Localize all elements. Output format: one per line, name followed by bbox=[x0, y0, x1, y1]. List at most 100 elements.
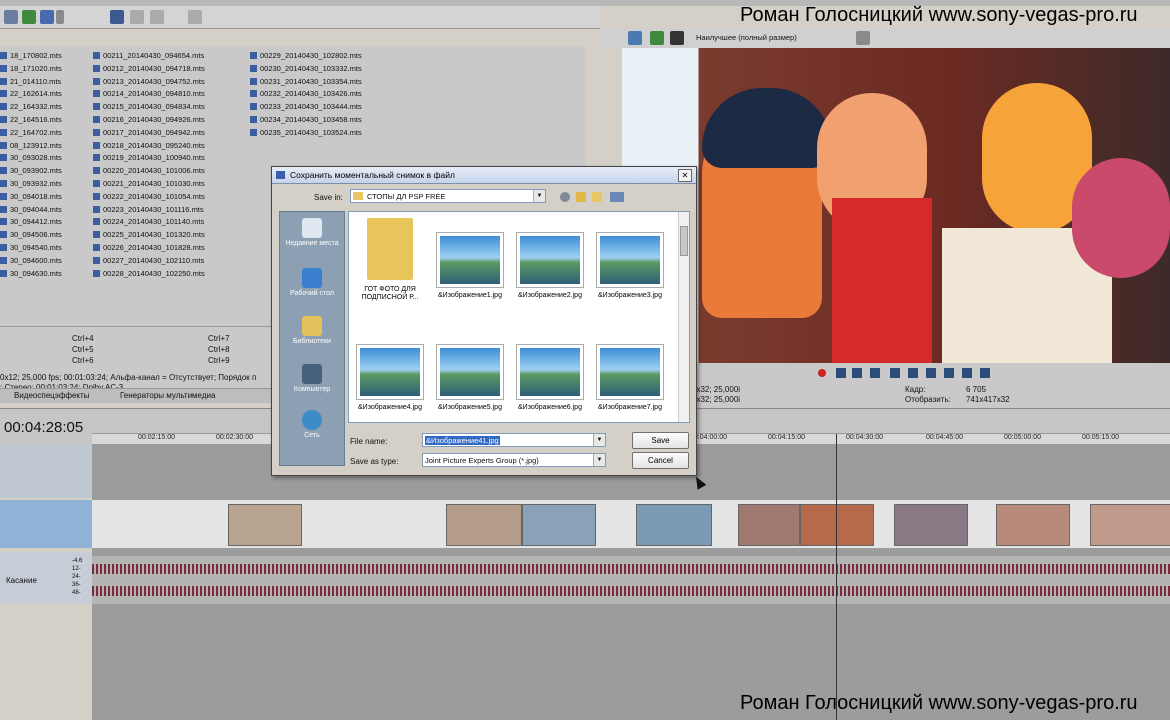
file-list-item[interactable]: 00228_20140430_102250.mts bbox=[93, 268, 205, 281]
file-list-item[interactable]: 00226_20140430_101828.mts bbox=[93, 242, 205, 255]
file-list-item[interactable]: 00222_20140430_101054.mts bbox=[93, 191, 205, 204]
chevron-down-icon[interactable]: ▼ bbox=[593, 454, 605, 466]
new-folder-icon[interactable] bbox=[592, 192, 602, 202]
next-marker-button[interactable] bbox=[980, 368, 990, 378]
tab-video-effects[interactable]: Видеоспецэффекты bbox=[14, 391, 89, 400]
file-list-item[interactable]: 30_094630.mts bbox=[0, 268, 62, 281]
back-icon[interactable] bbox=[560, 192, 570, 202]
tab-generators[interactable]: Генераторы мультимедиа bbox=[120, 391, 215, 400]
snapshot-icon[interactable] bbox=[856, 31, 870, 45]
file-list-item[interactable]: 00225_20140430_101320.mts bbox=[93, 229, 205, 242]
view-icon[interactable] bbox=[22, 10, 36, 24]
monitor-icon[interactable] bbox=[628, 31, 642, 45]
file-list-item[interactable]: 30_093902.mts bbox=[0, 165, 62, 178]
place-recent[interactable]: Недавние места bbox=[280, 218, 344, 248]
stop-button[interactable] bbox=[908, 368, 918, 378]
file-item[interactable]: &Изображение4.jpg bbox=[351, 344, 429, 412]
file-list-item[interactable]: 30_093028.mts bbox=[0, 152, 62, 165]
eraser-icon[interactable] bbox=[150, 10, 164, 24]
loop-button[interactable] bbox=[836, 368, 846, 378]
play-button[interactable] bbox=[870, 368, 880, 378]
pause-button[interactable] bbox=[890, 368, 900, 378]
filename-input[interactable]: &Изображение41.jpg ▼ bbox=[422, 433, 606, 447]
close-icon[interactable]: ✕ bbox=[678, 169, 692, 182]
audio-track[interactable] bbox=[92, 556, 1170, 604]
file-list-item[interactable]: 00221_20140430_101030.mts bbox=[93, 178, 205, 191]
video-clip[interactable] bbox=[738, 504, 800, 546]
playhead[interactable] bbox=[836, 434, 837, 720]
file-list-item[interactable]: 00211_20140430_094654.mts bbox=[93, 50, 205, 63]
file-item[interactable]: &Изображение2.jpg bbox=[511, 232, 589, 300]
audio-track-header[interactable]: Касание -4.6 12- 24- 36- 48- bbox=[0, 552, 92, 604]
video-clip[interactable] bbox=[446, 504, 522, 546]
explorer-icon[interactable] bbox=[4, 10, 18, 24]
video-clip[interactable] bbox=[800, 504, 874, 546]
video-clip[interactable] bbox=[522, 504, 596, 546]
file-item[interactable]: &Изображение1.jpg bbox=[431, 232, 509, 300]
file-list-item[interactable]: 00217_20140430_094942.mts bbox=[93, 127, 205, 140]
place-desktop[interactable]: Рабочий стол bbox=[280, 268, 344, 298]
cursor-icon[interactable] bbox=[110, 10, 124, 24]
place-computer[interactable]: Компьютер bbox=[280, 364, 344, 394]
file-list-item[interactable]: 00233_20140430_103444.mts bbox=[250, 101, 362, 114]
file-list-item[interactable]: 22_164332.mts bbox=[0, 101, 62, 114]
place-libraries[interactable]: Библиотеки bbox=[280, 316, 344, 346]
file-list-item[interactable]: 30_093932.mts bbox=[0, 178, 62, 191]
video-clip[interactable] bbox=[636, 504, 712, 546]
file-item[interactable]: &Изображение5.jpg bbox=[431, 344, 509, 412]
file-list-item[interactable]: 00235_20140430_103524.mts bbox=[250, 127, 362, 140]
video-clip[interactable] bbox=[894, 504, 968, 546]
file-list-item[interactable]: 00227_20140430_102110.mts bbox=[93, 255, 205, 268]
file-list-item[interactable]: 00218_20140430_095240.mts bbox=[93, 140, 205, 153]
file-list-item[interactable]: 00230_20140430_103332.mts bbox=[250, 63, 362, 76]
file-list-item[interactable]: 00229_20140430_102802.mts bbox=[250, 50, 362, 63]
record-button[interactable] bbox=[818, 369, 826, 377]
save-button[interactable]: Save bbox=[632, 432, 689, 449]
scrollbar-thumb[interactable] bbox=[680, 226, 688, 256]
view-menu-icon[interactable] bbox=[610, 192, 624, 202]
file-list-item[interactable]: 30_094044.mts bbox=[0, 204, 62, 217]
file-list-item[interactable]: 00214_20140430_094810.mts bbox=[93, 88, 205, 101]
video-track-header[interactable] bbox=[0, 500, 92, 548]
file-list-item[interactable]: 00224_20140430_101140.mts bbox=[93, 216, 205, 229]
file-list-item[interactable]: 30_094412.mts bbox=[0, 216, 62, 229]
file-list-item[interactable]: 22_164516.mts bbox=[0, 114, 62, 127]
file-list-item[interactable]: 30_094018.mts bbox=[0, 191, 62, 204]
next-frame-button[interactable] bbox=[944, 368, 954, 378]
file-list-item[interactable]: 00231_20140430_103354.mts bbox=[250, 76, 362, 89]
place-network[interactable]: Сеть bbox=[280, 410, 344, 440]
file-list-item[interactable]: 30_094540.mts bbox=[0, 242, 62, 255]
file-list-item[interactable]: 00219_20140430_100940.mts bbox=[93, 152, 205, 165]
chevron-down-icon[interactable] bbox=[56, 10, 64, 24]
file-list-item[interactable]: 00220_20140430_101006.mts bbox=[93, 165, 205, 178]
video-clip[interactable] bbox=[996, 504, 1070, 546]
file-list-item[interactable]: 08_123912.mts bbox=[0, 140, 62, 153]
video-clip[interactable] bbox=[1090, 504, 1170, 546]
chevron-down-icon[interactable]: ▼ bbox=[593, 434, 605, 446]
tool-icon[interactable] bbox=[130, 10, 144, 24]
file-list-item[interactable]: 22_162614.mts bbox=[0, 88, 62, 101]
file-list-item[interactable]: 18_170802.mts bbox=[0, 50, 62, 63]
file-list-item[interactable]: 00213_20140430_094752.mts bbox=[93, 76, 205, 89]
cancel-button[interactable]: Cancel bbox=[632, 452, 689, 469]
grid-icon[interactable] bbox=[40, 10, 54, 24]
video-clip[interactable] bbox=[228, 504, 302, 546]
save-in-select[interactable]: СТОПЫ ДЛ PSP FREE ▼ bbox=[350, 189, 546, 203]
stamp-icon[interactable] bbox=[188, 10, 202, 24]
file-list-item[interactable]: 00212_20140430_094718.mts bbox=[93, 63, 205, 76]
prev-marker-button[interactable] bbox=[962, 368, 972, 378]
file-list-item[interactable]: 30_094600.mts bbox=[0, 255, 62, 268]
file-list-item[interactable]: 00232_20140430_103426.mts bbox=[250, 88, 362, 101]
file-item[interactable]: &Изображение3.jpg bbox=[591, 232, 669, 300]
folder-item[interactable]: ГОТ ФОТО ДЛЯ ПОДПИСНОЙ Р... bbox=[351, 218, 429, 302]
preview-quality-select[interactable]: Наилучшее (полный размер) bbox=[696, 33, 797, 42]
file-list-item[interactable]: 21_014110.mts bbox=[0, 76, 62, 89]
overlay-icon[interactable] bbox=[670, 31, 684, 45]
play-from-start-button[interactable] bbox=[852, 368, 862, 378]
file-list-item[interactable]: 00215_20140430_094834.mts bbox=[93, 101, 205, 114]
file-list-item[interactable]: 30_094506.mts bbox=[0, 229, 62, 242]
split-icon[interactable] bbox=[650, 31, 664, 45]
prev-frame-button[interactable] bbox=[926, 368, 936, 378]
file-list-item[interactable]: 00234_20140430_103458.mts bbox=[250, 114, 362, 127]
file-list-item[interactable]: 18_171020.mts bbox=[0, 63, 62, 76]
